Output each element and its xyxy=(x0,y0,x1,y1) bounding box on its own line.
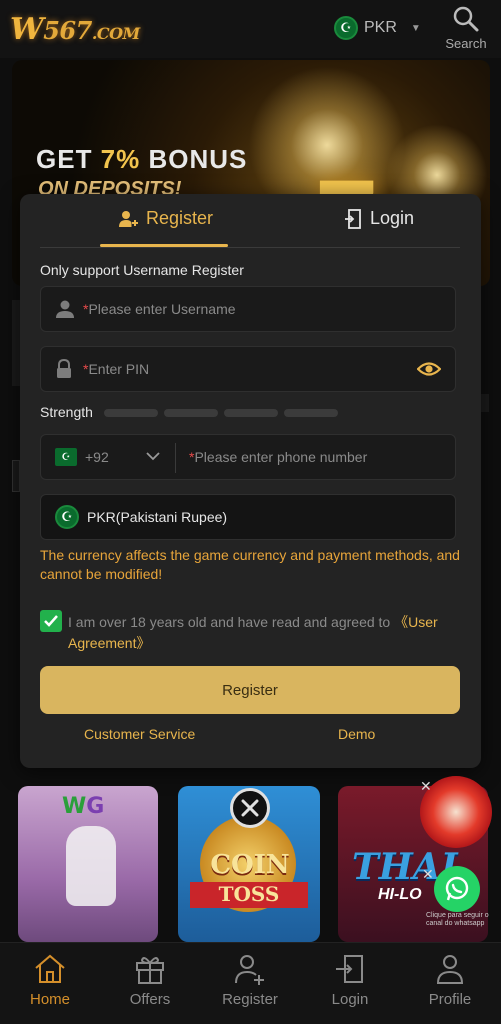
register-note: Only support Username Register xyxy=(40,262,244,278)
elephant-graphic xyxy=(66,826,116,906)
bottom-nav: Home Offers Register Login Profile xyxy=(0,942,501,1024)
nav-home-label: Home xyxy=(29,991,70,1008)
logo-number: 567 xyxy=(43,16,92,45)
currency-field-value: PKR(Pakistani Rupee) xyxy=(87,509,228,525)
phone-number-field[interactable]: *Please enter phone number xyxy=(189,449,367,465)
profile-icon xyxy=(436,955,464,984)
top-header: W567.COM ☪ PKR ▼ Search xyxy=(0,0,501,58)
close-icon xyxy=(241,799,259,817)
background-panel xyxy=(12,300,20,386)
active-tab-indicator xyxy=(100,244,228,247)
whatsapp-button[interactable] xyxy=(434,866,480,912)
home-icon xyxy=(35,954,65,983)
search-button[interactable]: Search xyxy=(440,4,492,51)
currency-warning: The currency affects the game currency a… xyxy=(40,547,460,582)
tab-login-label: Login xyxy=(370,208,415,228)
username-input[interactable]: *Please enter Username xyxy=(40,286,456,332)
currency-field: ☪ PKR(Pakistani Rupee) xyxy=(40,494,456,540)
close-icon[interactable]: ✕ xyxy=(420,778,432,795)
strength-bar xyxy=(104,409,158,417)
chevron-down-icon[interactable] xyxy=(145,451,161,461)
pakistan-flag-icon: ☪ xyxy=(55,448,77,466)
pakistan-flag-icon: ☪ xyxy=(55,505,79,529)
tab-register-label: Register xyxy=(146,208,214,228)
pakistan-flag-icon: ☪ xyxy=(334,16,358,40)
nav-profile-label: Profile xyxy=(428,991,472,1008)
tab-register[interactable]: Register xyxy=(118,208,213,229)
strength-label: Strength xyxy=(40,404,93,420)
nav-offers[interactable]: Offers xyxy=(105,953,195,1008)
background-panel xyxy=(481,394,489,412)
game-card-wg[interactable]: WG xyxy=(18,786,158,942)
search-label: Search xyxy=(445,36,487,51)
lock-icon xyxy=(57,359,71,378)
background-panel xyxy=(12,460,20,492)
demo-link[interactable]: Demo xyxy=(338,726,375,742)
strength-bar xyxy=(224,409,278,417)
game-title: COIN xyxy=(210,850,290,880)
currency-code: PKR xyxy=(364,19,397,36)
nav-profile[interactable]: Profile xyxy=(405,953,495,1008)
close-icon[interactable]: ✕ xyxy=(422,866,434,883)
login-door-icon xyxy=(336,955,363,983)
user-icon xyxy=(56,300,74,318)
pin-input[interactable]: *Enter PIN xyxy=(40,346,456,392)
site-logo[interactable]: W567.COM xyxy=(10,12,140,47)
add-user-icon xyxy=(119,210,138,227)
close-modal-button[interactable] xyxy=(230,788,270,828)
check-icon xyxy=(44,615,58,627)
register-modal: Register Login Only support Username Reg… xyxy=(20,194,481,768)
logo-domain: .COM xyxy=(91,24,140,43)
nav-register-label: Register xyxy=(222,991,278,1008)
game-subtitle: TOSS xyxy=(190,882,308,908)
wg-logo: WG xyxy=(62,794,105,819)
game-subtitle: HI-LO xyxy=(378,886,422,903)
customer-service-link[interactable]: Customer Service xyxy=(84,726,195,742)
whatsapp-icon xyxy=(445,876,469,901)
strength-bar xyxy=(164,409,218,417)
nav-login[interactable]: Login xyxy=(305,953,395,1008)
strength-bar xyxy=(284,409,338,417)
currency-selector[interactable]: ☪ PKR ▼ xyxy=(334,12,421,44)
register-button[interactable]: Register xyxy=(40,666,460,714)
nav-register[interactable]: Register xyxy=(205,953,295,1008)
tab-login[interactable]: Login xyxy=(344,208,414,229)
logo-letter: W xyxy=(10,12,44,47)
add-user-icon xyxy=(235,955,264,985)
phone-input-group: ☪ +92 *Please enter phone number xyxy=(40,434,456,480)
nav-login-label: Login xyxy=(331,991,369,1008)
chevron-down-icon: ▼ xyxy=(410,22,421,34)
pin-placeholder: *Enter PIN xyxy=(83,361,150,377)
agreement-checkbox[interactable] xyxy=(40,610,62,632)
agreement-text: I am over 18 years old and have read and… xyxy=(68,614,438,651)
eye-icon[interactable] xyxy=(417,360,441,378)
gift-icon xyxy=(136,957,164,984)
username-placeholder: *Please enter Username xyxy=(83,301,236,317)
country-code-select[interactable]: +92 xyxy=(85,449,109,465)
login-door-icon xyxy=(345,208,361,229)
divider xyxy=(175,443,176,473)
banner-headline: GET 7% BONUS xyxy=(36,144,248,174)
search-icon xyxy=(453,6,479,32)
nav-offers-label: Offers xyxy=(129,991,171,1008)
whatsapp-note: Clique para seguir o canal do whatsapp xyxy=(426,912,489,927)
nav-home[interactable]: Home xyxy=(5,953,95,1008)
auth-tabs: Register Login xyxy=(40,194,460,248)
